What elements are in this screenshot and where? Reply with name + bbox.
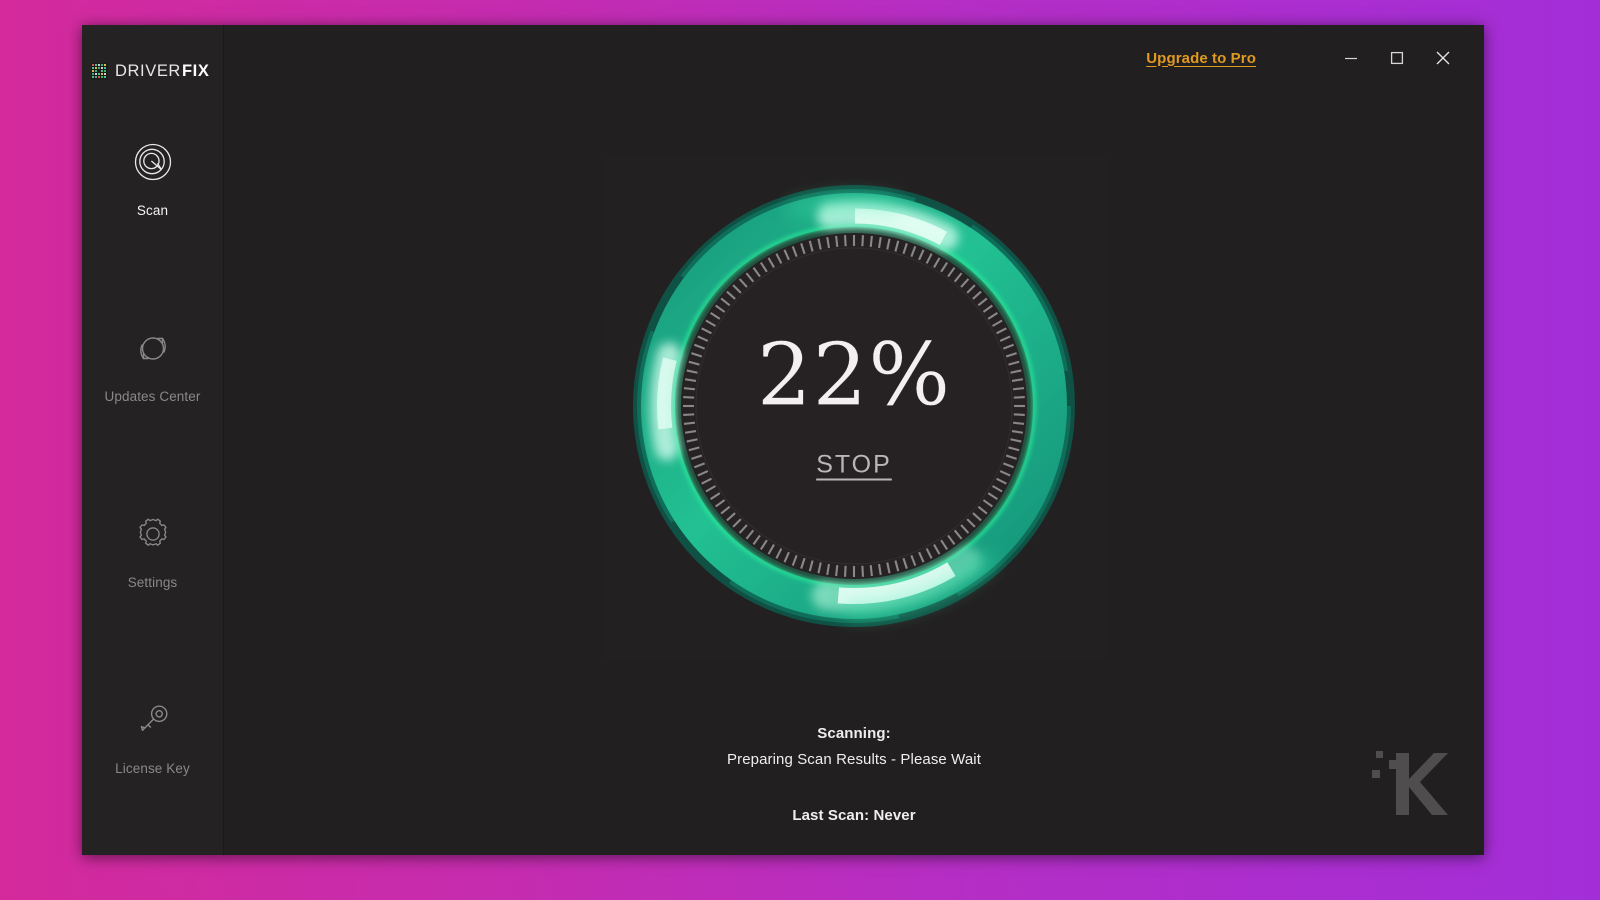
sidebar-item-label: Scan [136,203,169,218]
refresh-sync-icon [132,327,174,369]
sidebar-item-settings[interactable]: Settings [82,501,223,687]
close-button[interactable] [1420,38,1466,78]
minimize-button[interactable] [1328,38,1374,78]
brand-name-bold: FIX [181,61,210,80]
knowtechie-k-logo [1364,737,1448,815]
gear-icon [132,513,174,555]
scanning-detail: Preparing Scan Results - Please Wait [727,751,981,768]
last-scan-label: Last Scan: Never [792,807,916,824]
titlebar: Upgrade to Pro [224,25,1484,91]
key-icon [132,699,174,741]
scan-radar-icon [132,141,174,183]
brand-logo: DRIVER FIX [82,25,223,91]
scan-status: Scanning: Preparing Scan Results - Pleas… [224,725,1484,824]
sidebar: DRIVER FIX Scan Updates Center Settings … [82,25,224,855]
sidebar-item-scan[interactable]: Scan [82,129,223,315]
brand-name-light: DRIVER [115,61,181,80]
sidebar-item-label: Updates Center [104,389,201,404]
upgrade-to-pro-link[interactable]: Upgrade to Pro [1146,50,1256,67]
close-icon [1435,50,1451,66]
main-content: Upgrade to Pro 22% STOP Scanning: Prepar… [224,25,1484,855]
maximize-button[interactable] [1374,38,1420,78]
sidebar-item-license-key[interactable]: License Key [82,687,223,855]
pixel-grid-icon [91,62,108,80]
sidebar-item-label: Settings [127,575,178,590]
scan-progress-ring: 22% STOP [602,154,1106,658]
sidebar-item-updates-center[interactable]: Updates Center [82,315,223,501]
sidebar-item-label: License Key [115,761,190,776]
minimize-icon [1344,51,1358,65]
sidebar-nav: Scan Updates Center Settings License Key [82,129,223,855]
stop-scan-button[interactable]: STOP [816,451,892,480]
scanning-label: Scanning: [817,725,891,742]
maximize-icon [1390,51,1404,65]
application-window: DRIVER FIX Scan Updates Center Settings … [82,25,1484,855]
